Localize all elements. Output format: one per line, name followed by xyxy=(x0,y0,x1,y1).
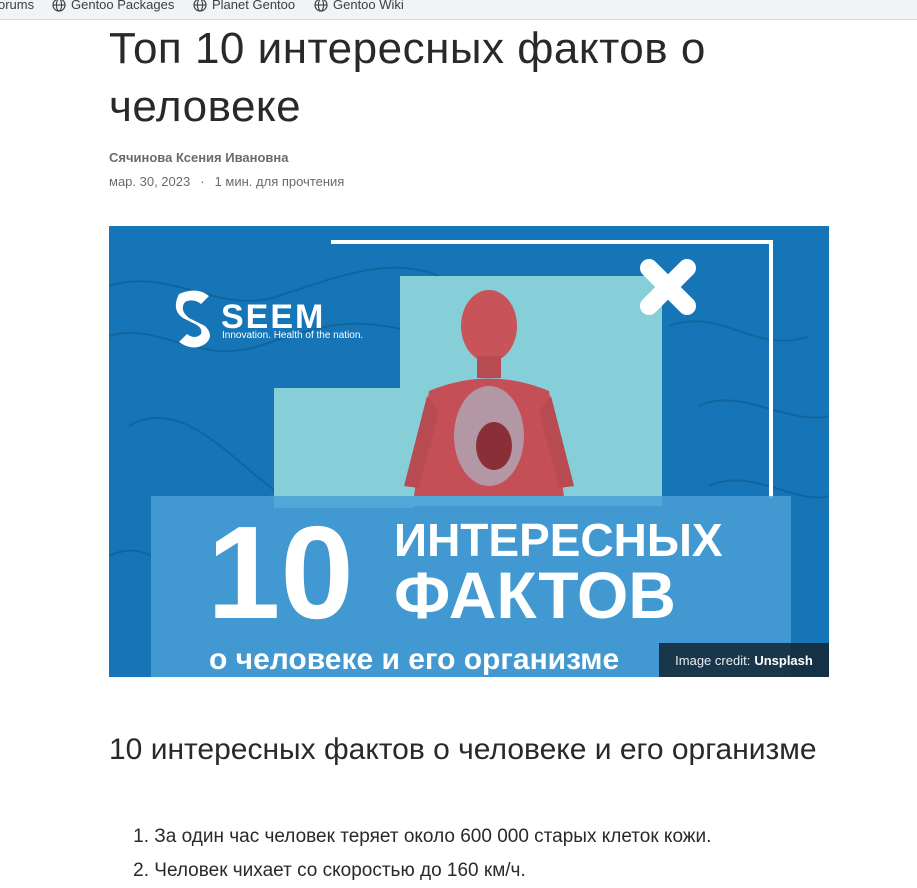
bookmark-forums[interactable]: orums xyxy=(0,0,34,12)
bookmark-label: Gentoo Wiki xyxy=(333,0,404,12)
article-title: Топ 10 интересных фактов о человеке xyxy=(109,24,706,131)
seem-logo xyxy=(175,290,210,348)
hero-illustration: SEEM Innovation. Health of the nation. 1… xyxy=(109,240,829,677)
list-text: Человек чихает со скоростью до 160 км/ч. xyxy=(154,860,526,881)
globe-icon xyxy=(314,0,328,12)
bookmark-label: orums xyxy=(0,0,35,12)
globe-icon xyxy=(52,0,66,12)
publish-date: мар. 30, 2023 xyxy=(109,174,191,189)
meta-separator: · xyxy=(200,174,205,189)
list-item: 1. За один час человек теряет около 600 … xyxy=(109,820,711,854)
section-heading: 10 интересных фактов о человеке и его ор… xyxy=(109,733,817,766)
credit-source-link[interactable]: Unsplash xyxy=(754,653,813,668)
article-meta: мар. 30, 2023 · 1 мин. для прочтения xyxy=(109,174,344,189)
list-number: 1. xyxy=(133,826,149,847)
list-number: 2. xyxy=(133,860,149,881)
author-name[interactable]: Сячинова Ксения Ивановна xyxy=(109,150,289,165)
bookmarks-bar: orums Gentoo Packages Planet Gentoo Gent… xyxy=(0,0,917,20)
facts-list: 1. За один час человек теряет около 600 … xyxy=(109,820,711,888)
list-text: За один час человек теряет около 600 000… xyxy=(154,826,712,847)
bookmark-gentoo-wiki[interactable]: Gentoo Wiki xyxy=(314,0,404,12)
headline-line3: о человеке и его организме xyxy=(209,643,619,676)
bookmark-planet-gentoo[interactable]: Planet Gentoo xyxy=(193,0,295,12)
read-time: 1 мин. для прочтения xyxy=(214,174,345,189)
headline-line2: ФАКТОВ xyxy=(394,558,676,632)
bookmark-gentoo-packages[interactable]: Gentoo Packages xyxy=(52,0,174,12)
list-item: 2. Человек чихает со скоростью до 160 км… xyxy=(109,854,711,888)
image-credit: Image credit: Unsplash xyxy=(659,643,829,677)
hero-image: SEEM Innovation. Health of the nation. 1… xyxy=(109,226,829,677)
credit-prefix: Image credit: xyxy=(675,652,751,668)
headline-number: 10 xyxy=(207,499,354,646)
globe-icon xyxy=(193,0,207,12)
bookmark-label: Gentoo Packages xyxy=(71,0,175,12)
bookmark-label: Planet Gentoo xyxy=(212,0,296,12)
brand-tagline: Innovation. Health of the nation. xyxy=(222,330,363,341)
